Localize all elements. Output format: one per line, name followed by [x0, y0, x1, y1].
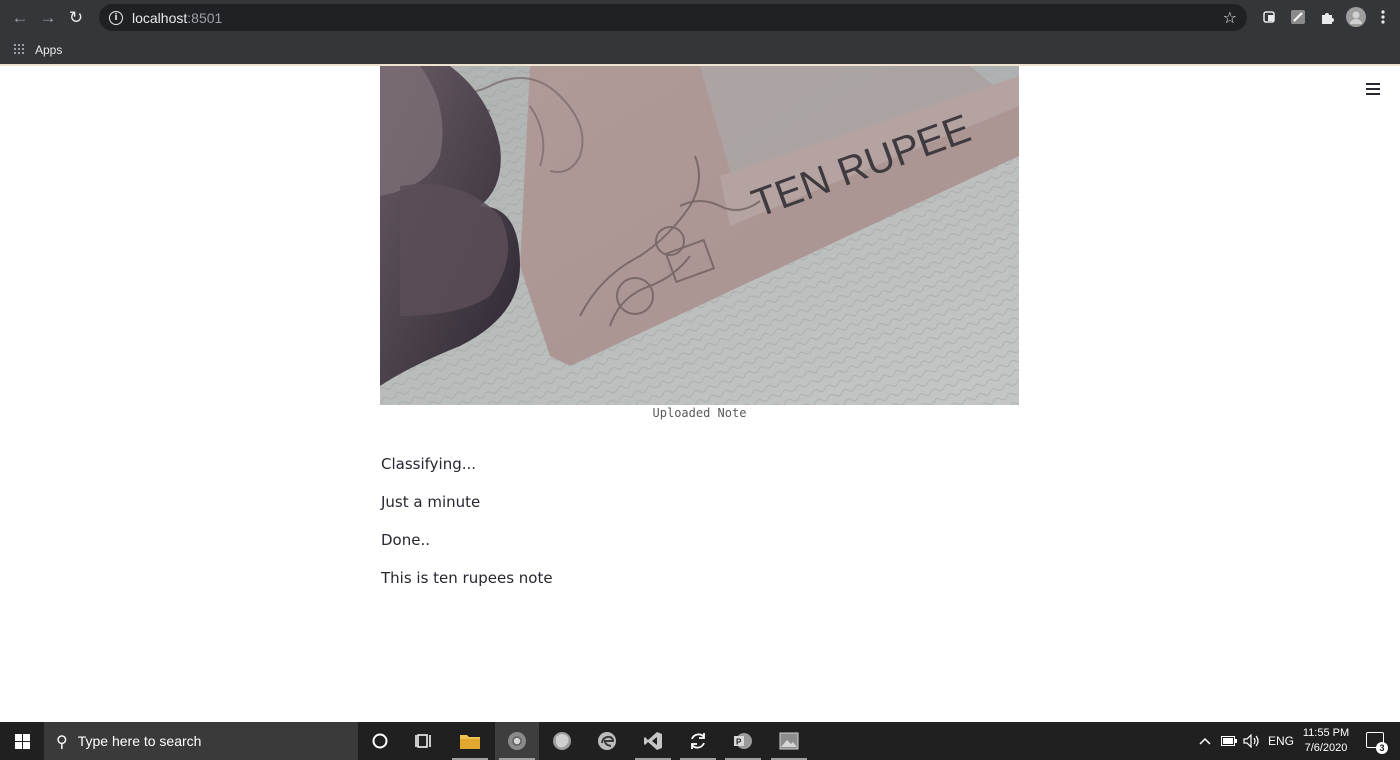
bookmark-apps[interactable]: Apps	[35, 43, 62, 57]
browser-menu-icon[interactable]	[1374, 8, 1392, 26]
svg-text:P: P	[736, 738, 742, 747]
bookmark-star-icon[interactable]: ☆	[1223, 8, 1237, 28]
classification-result: This is ten rupees note	[381, 569, 553, 587]
forward-arrow-icon[interactable]: →	[34, 4, 62, 32]
url-host: localhost	[132, 9, 188, 26]
task-view-icon[interactable]	[402, 722, 446, 760]
search-placeholder: Type here to search	[77, 733, 202, 749]
bookmarks-bar: Apps	[0, 35, 1400, 64]
browser-toolbar: ← → ↻ i localhost:8501 ☆	[0, 0, 1400, 35]
edge-icon[interactable]	[585, 722, 629, 760]
status-message-done: Done..	[381, 531, 430, 549]
photos-icon[interactable]	[767, 722, 811, 760]
file-explorer-icon[interactable]	[448, 722, 492, 760]
windows-logo-icon	[14, 733, 30, 749]
vscode-icon[interactable]	[631, 722, 675, 760]
powerpoint-icon[interactable]: P	[721, 722, 765, 760]
taskbar-search-box[interactable]: ⚲ Type here to search	[44, 722, 358, 760]
sync-app-icon[interactable]	[676, 722, 720, 760]
volume-icon[interactable]	[1243, 722, 1261, 760]
search-icon: ⚲	[56, 731, 68, 751]
cortana-icon[interactable]	[358, 722, 402, 760]
chrome-taskbar-icon[interactable]	[495, 722, 539, 760]
app-menu-icon[interactable]	[1366, 83, 1380, 95]
notification-count-badge: 3	[1376, 742, 1388, 754]
url-port: :8501	[187, 9, 223, 26]
apps-grid-icon[interactable]	[14, 43, 26, 56]
firefox-icon[interactable]	[540, 722, 584, 760]
image-caption: Uploaded Note	[652, 406, 747, 420]
address-bar[interactable]: i localhost:8501 ☆	[99, 4, 1247, 31]
address-url[interactable]: localhost:8501	[132, 10, 222, 26]
site-info-icon[interactable]: i	[109, 10, 123, 25]
clock-date: 7/6/2020	[1304, 742, 1348, 754]
back-arrow-icon[interactable]: ←	[6, 4, 34, 32]
extensions-puzzle-icon[interactable]	[1318, 8, 1336, 26]
battery-icon[interactable]	[1221, 722, 1237, 760]
uploaded-note-image: TEN RUPEE	[380, 66, 1019, 405]
browser-chrome: ← → ↻ i localhost:8501 ☆ Apps	[0, 0, 1400, 64]
status-message-wait: Just a minute	[381, 493, 481, 511]
profile-avatar[interactable]	[1346, 7, 1366, 27]
status-message-classifying: Classifying...	[381, 455, 477, 473]
language-indicator[interactable]: ENG	[1268, 722, 1294, 760]
extension-pen-icon[interactable]	[1289, 8, 1307, 26]
reload-icon[interactable]: ↻	[62, 4, 90, 32]
show-hidden-icons[interactable]	[1199, 722, 1211, 760]
clock-time: 11:55 PM	[1302, 727, 1350, 739]
start-button[interactable]	[0, 722, 44, 760]
extension-translate-icon[interactable]	[1261, 8, 1279, 26]
system-clock[interactable]: 11:55 PM 7/6/2020	[1296, 726, 1356, 756]
